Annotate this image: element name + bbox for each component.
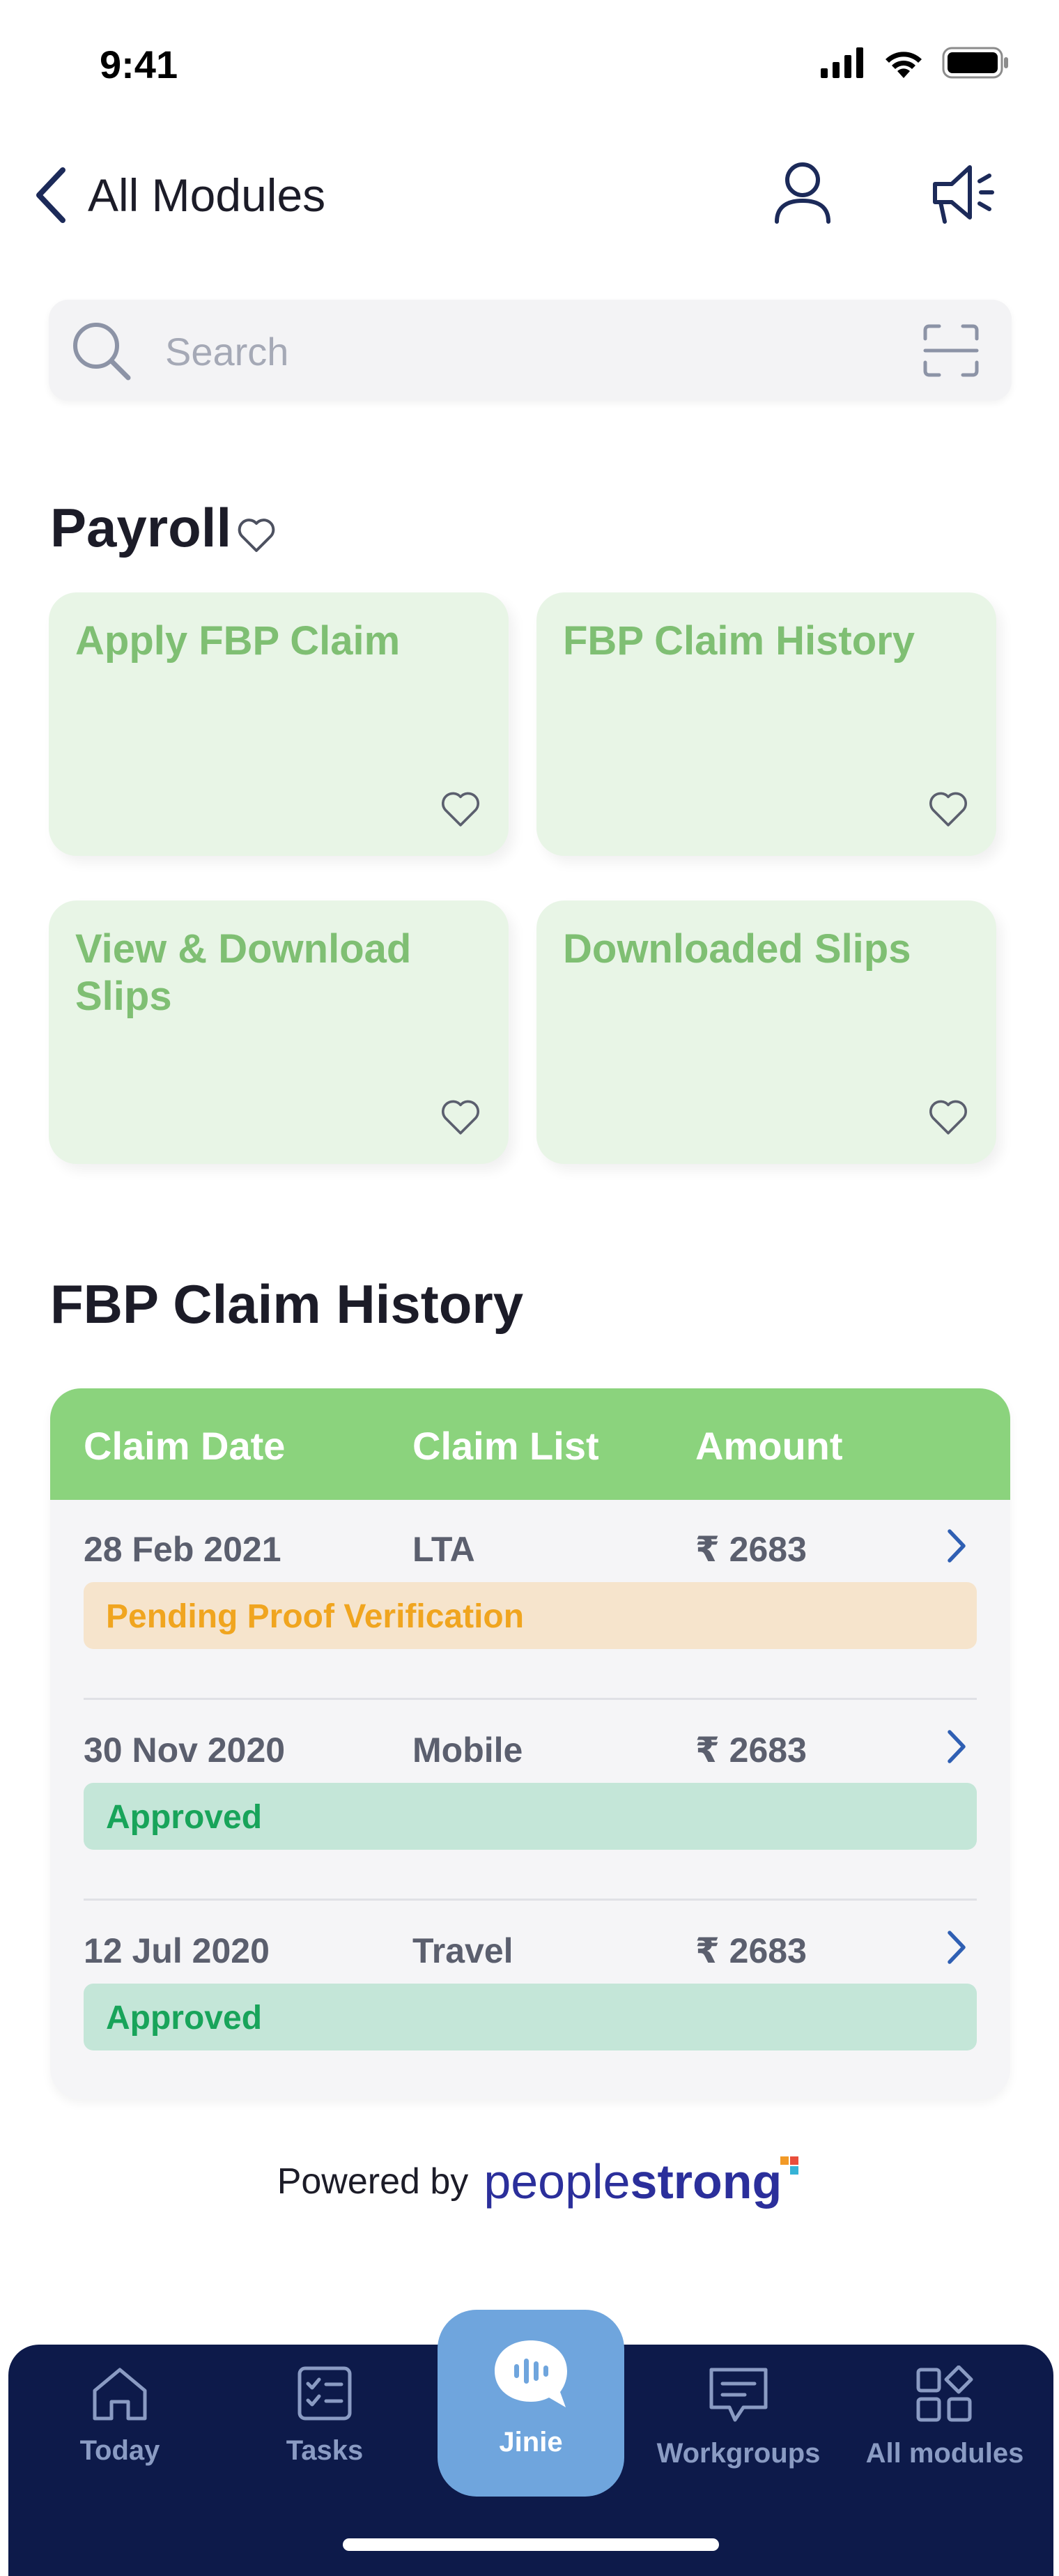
tile-downloaded-slips[interactable]: Downloaded Slips xyxy=(536,900,996,1164)
tile-apply-fbp-claim[interactable]: Apply FBP Claim xyxy=(49,592,509,856)
column-header: Claim Date xyxy=(84,1424,286,1468)
chevron-right-icon[interactable] xyxy=(946,1528,967,1564)
status-bar: 9:41 xyxy=(0,0,1059,125)
megaphone-icon xyxy=(933,165,994,224)
tile-view-download-slips[interactable]: View & Download Slips xyxy=(49,900,509,1164)
section-title-claim-history: FBP Claim History xyxy=(50,1273,524,1335)
chevron-left-icon xyxy=(36,167,65,223)
powered-by: Powered by peoplestrong xyxy=(0,2147,1059,2216)
tile-label: Downloaded Slips xyxy=(563,926,911,972)
tab-label: Workgroups xyxy=(656,2438,821,2469)
battery-icon xyxy=(942,47,1008,79)
tile-label: FBP Claim History xyxy=(563,618,915,664)
chat-bubble-icon xyxy=(495,2340,567,2407)
message-icon xyxy=(709,2368,768,2422)
claim-amount: ₹ 2683 xyxy=(695,1731,807,1770)
claim-amount: ₹ 2683 xyxy=(695,1530,807,1569)
claim-item: Mobile xyxy=(412,1731,523,1770)
user-icon xyxy=(775,162,830,224)
signal-icon xyxy=(821,47,863,78)
status-text: Approved xyxy=(106,1799,263,1836)
tab-today[interactable]: Today xyxy=(29,2366,210,2505)
chevron-right-icon[interactable] xyxy=(946,1929,967,1965)
status-badge: Pending Proof Verification xyxy=(84,1582,977,1649)
tab-workgroups[interactable]: Workgroups xyxy=(648,2366,829,2505)
tab-label: Jinie xyxy=(499,2427,563,2458)
claim-item: LTA xyxy=(412,1530,475,1569)
tab-all-modules[interactable]: All modules xyxy=(854,2366,1035,2505)
claim-date: 28 Feb 2021 xyxy=(84,1530,281,1569)
back-button[interactable]: All Modules xyxy=(33,166,325,224)
claim-amount: ₹ 2683 xyxy=(695,1931,807,1970)
favorite-heart-icon[interactable] xyxy=(237,517,276,553)
table-row[interactable]: 12 Jul 2020 Travel ₹ 2683 Approved xyxy=(50,1901,1010,2099)
status-time: 9:41 xyxy=(100,43,178,86)
tile-label: Apply FBP Claim xyxy=(75,618,401,664)
status-badge: Approved xyxy=(84,1783,977,1850)
table-row[interactable]: 28 Feb 2021 LTA ₹ 2683 Pending Proof Ver… xyxy=(50,1500,1010,1702)
search-bar[interactable]: Search xyxy=(49,300,1012,401)
status-text: Approved xyxy=(106,2000,263,2037)
home-icon xyxy=(93,2368,147,2421)
grid-icon xyxy=(916,2366,973,2422)
announcements-button[interactable] xyxy=(927,158,996,227)
claim-date: 30 Nov 2020 xyxy=(84,1731,286,1770)
tab-label: Today xyxy=(79,2435,160,2466)
tab-tasks[interactable]: Tasks xyxy=(234,2366,415,2505)
logo-mark-icon xyxy=(780,2156,799,2175)
status-icons xyxy=(821,42,1009,84)
tile-fbp-claim-history[interactable]: FBP Claim History xyxy=(536,592,996,856)
home-indicator xyxy=(343,2538,719,2551)
favorite-heart-icon[interactable] xyxy=(928,1098,968,1136)
profile-button[interactable] xyxy=(768,158,837,227)
table-row[interactable]: 30 Nov 2020 Mobile ₹ 2683 Approved xyxy=(50,1701,1010,1903)
status-text: Pending Proof Verification xyxy=(106,1598,525,1635)
claim-history-table: Claim Date Claim List Amount 28 Feb 2021… xyxy=(50,1388,1010,2099)
column-header: Claim List xyxy=(412,1424,599,1468)
search-input[interactable]: Search xyxy=(165,329,288,374)
row-divider xyxy=(84,1698,977,1700)
claim-item: Travel xyxy=(412,1931,513,1970)
favorite-heart-icon[interactable] xyxy=(440,1098,481,1136)
search-icon xyxy=(73,323,131,381)
brand-light: people xyxy=(484,2154,631,2209)
wifi-icon xyxy=(886,52,922,78)
tab-label: All modules xyxy=(865,2438,1024,2469)
brand-bold: strong xyxy=(630,2154,782,2209)
brand-logo: peoplestrong xyxy=(484,2154,799,2209)
powered-by-label: Powered by xyxy=(277,2161,469,2202)
status-badge: Approved xyxy=(84,1984,977,2050)
checklist-icon xyxy=(297,2366,352,2421)
row-divider xyxy=(84,1899,977,1901)
tab-jinie[interactable]: Jinie xyxy=(438,2310,624,2497)
table-header: Claim Date Claim List Amount xyxy=(50,1388,1010,1500)
tile-label: View & Download Slips xyxy=(75,926,412,1019)
header: All Modules xyxy=(0,153,1059,237)
tab-label: Tasks xyxy=(286,2435,364,2466)
favorite-heart-icon[interactable] xyxy=(928,790,968,828)
scan-icon[interactable] xyxy=(922,323,980,378)
column-header: Amount xyxy=(695,1424,843,1468)
section-title-payroll: Payroll xyxy=(50,497,232,558)
back-label: All Modules xyxy=(88,169,326,221)
chevron-right-icon[interactable] xyxy=(946,1728,967,1765)
claim-date: 12 Jul 2020 xyxy=(84,1931,270,1970)
favorite-heart-icon[interactable] xyxy=(440,790,481,828)
